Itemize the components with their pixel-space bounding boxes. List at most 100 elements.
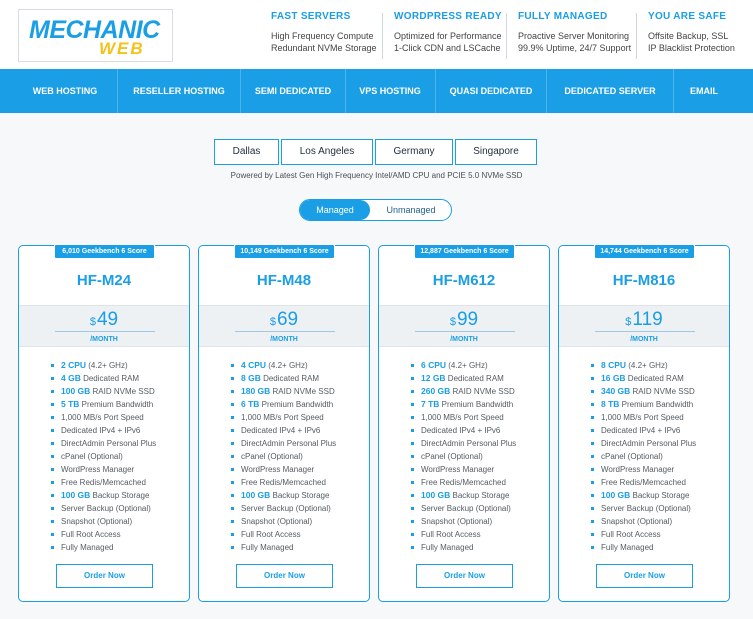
feature-item: WordPress Manager — [591, 463, 727, 476]
feature-item: Server Backup (Optional) — [591, 502, 727, 515]
feature-text: 1,000 MB/s Port Speed — [61, 413, 144, 422]
feature-text: WordPress Manager — [601, 465, 675, 474]
bullet-icon — [591, 403, 594, 407]
nav-semi-dedicated[interactable]: SEMI DEDICATED — [241, 69, 345, 113]
feature-text: Fully Managed — [61, 543, 114, 552]
location-germany[interactable]: Germany — [375, 139, 453, 165]
feature-item: 260 GB RAID NVMe SSD — [411, 385, 547, 398]
feature-text: RAID NVMe SSD — [630, 387, 695, 396]
feature-item: 2 CPU (4.2+ GHz) — [51, 359, 187, 372]
feature-text: Snapshot (Optional) — [421, 517, 493, 526]
bullet-icon — [231, 390, 234, 394]
bullet-icon — [411, 533, 414, 537]
feature-value: 100 GB — [61, 490, 91, 500]
currency-symbol: $ — [625, 316, 632, 328]
bullet-icon — [51, 390, 54, 394]
nav-dedicated-server[interactable]: DEDICATED SERVER — [547, 69, 673, 113]
feature-value: 340 GB — [601, 386, 631, 396]
header-bar: MECHANIC WEB FAST SERVERS High Frequency… — [0, 0, 753, 69]
feature-value: 8 CPU — [601, 360, 627, 370]
bullet-icon — [231, 364, 234, 368]
bullet-icon — [591, 494, 594, 498]
feature-text: (4.2+ GHz) — [266, 361, 308, 370]
feature-item: DirectAdmin Personal Plus — [591, 437, 727, 450]
bullet-icon — [51, 377, 54, 381]
feature-item: DirectAdmin Personal Plus — [231, 437, 367, 450]
feature-text: WordPress Manager — [421, 465, 495, 474]
powered-by-text: Powered by Latest Gen High Frequency Int… — [230, 171, 523, 180]
currency-symbol: $ — [269, 316, 276, 328]
toggle-managed[interactable]: Managed — [300, 200, 370, 220]
feature-text: Backup Storage — [450, 491, 510, 500]
bullet-icon — [51, 429, 54, 433]
feature-item: Full Root Access — [591, 528, 727, 541]
feature-item: 8 TB Premium Bandwidth — [591, 398, 727, 411]
price-divider — [235, 331, 335, 332]
location-dallas[interactable]: Dallas — [214, 139, 279, 165]
bullet-icon — [591, 377, 594, 381]
bullet-icon — [231, 403, 234, 407]
feature-item: 340 GB RAID NVMe SSD — [591, 385, 727, 398]
feature-item: cPanel (Optional) — [231, 450, 367, 463]
feature-text: Backup Storage — [630, 491, 690, 500]
feature-item: WordPress Manager — [51, 463, 187, 476]
price-amount: 119 — [632, 309, 663, 330]
feature-title: YOU ARE SAFE — [648, 11, 727, 22]
bullet-icon — [591, 520, 594, 524]
feature-title: WORDPRESS READY — [394, 11, 502, 22]
price-amount: 49 — [96, 309, 119, 330]
feature-text: Dedicated RAM — [625, 374, 684, 383]
feature-text: 1,000 MB/s Port Speed — [601, 413, 684, 422]
feature-text: Full Root Access — [241, 530, 301, 539]
feature-text: Fully Managed — [421, 543, 474, 552]
feature-item: 12 GB Dedicated RAM — [411, 372, 547, 385]
feature-text: (4.2+ GHz) — [86, 361, 128, 370]
bullet-icon — [411, 377, 414, 381]
logo-word-web: WEB — [99, 39, 145, 58]
feature-text: Premium Bandwidth — [439, 400, 514, 409]
feature-fully-managed: FULLY MANAGED Proactive Server Monitorin… — [518, 11, 631, 61]
feature-item: Snapshot (Optional) — [591, 515, 727, 528]
feature-text: Proactive Server Monitoring 99.9% Uptime,… — [518, 31, 632, 53]
bullet-icon — [411, 507, 414, 511]
bullet-icon — [591, 416, 594, 420]
price-divider — [55, 331, 155, 332]
order-now-button[interactable]: Order Now — [236, 564, 333, 588]
bullet-icon — [51, 403, 54, 407]
feature-item: Dedicated IPv4 + IPv6 — [51, 424, 187, 437]
bullet-icon — [411, 481, 414, 485]
nav-reseller-hosting[interactable]: RESELLER HOSTING — [118, 69, 240, 113]
price-box: $119 /MONTH — [559, 305, 729, 347]
toggle-unmanaged[interactable]: Unmanaged — [372, 200, 450, 220]
feature-item: 100 GB Backup Storage — [231, 489, 367, 502]
location-los-angeles[interactable]: Los Angeles — [281, 139, 373, 165]
order-now-button[interactable]: Order Now — [416, 564, 513, 588]
nav-web-hosting[interactable]: WEB HOSTING — [22, 69, 108, 113]
feature-item: Fully Managed — [591, 541, 727, 554]
location-singapore[interactable]: Singapore — [455, 139, 537, 165]
feature-text: Full Root Access — [421, 530, 481, 539]
nav-quasi-dedicated[interactable]: QUASI DEDICATED — [436, 69, 546, 113]
bullet-icon — [231, 546, 234, 550]
managed-toggle[interactable]: Managed Unmanaged — [299, 199, 452, 221]
bullet-icon — [411, 520, 414, 524]
feature-text: DirectAdmin Personal Plus — [421, 439, 517, 448]
order-now-button[interactable]: Order Now — [56, 564, 153, 588]
feature-text: Dedicated RAM — [260, 374, 320, 383]
bullet-icon — [591, 429, 594, 433]
feature-value: 100 GB — [421, 490, 451, 500]
feature-item: 5 TB Premium Bandwidth — [51, 398, 187, 411]
order-now-button[interactable]: Order Now — [596, 564, 693, 588]
plan-name: HF-M24 — [76, 272, 132, 289]
feature-text: WordPress Manager — [61, 465, 135, 474]
feature-text: Server Backup (Optional) — [61, 504, 151, 513]
nav-vps-hosting[interactable]: VPS HOSTING — [346, 69, 434, 113]
feature-item: Free Redis/Memcached — [411, 476, 547, 489]
plan-card: 6,010 Geekbench 6 Score HF-M24 $49 /MONT… — [18, 244, 190, 602]
bullet-icon — [411, 403, 414, 407]
brand-logo[interactable]: MECHANIC WEB — [18, 9, 173, 62]
feature-list: 4 CPU (4.2+ GHz) 8 GB Dedicated RAM 180 GB… — [231, 359, 367, 554]
feature-text: Dedicated RAM — [80, 374, 140, 383]
nav-email[interactable]: EMAIL — [674, 69, 734, 113]
feature-divider — [382, 13, 383, 59]
